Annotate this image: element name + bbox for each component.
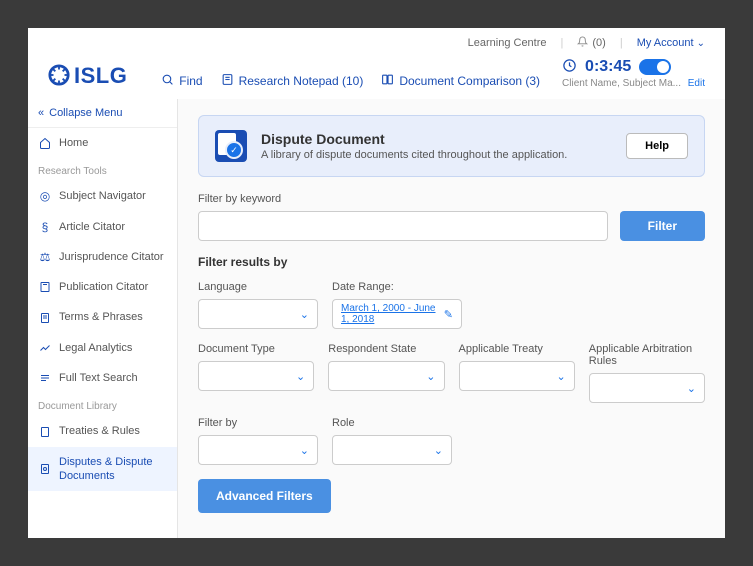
document-type-label: Document Type [198, 343, 314, 355]
logo[interactable]: ISLG [48, 63, 127, 89]
scales-icon: ⚖ [38, 250, 52, 264]
chevron-down-icon: ⌄ [687, 382, 696, 395]
book-icon [38, 281, 52, 293]
filter-results-heading: Filter results by [198, 255, 705, 269]
chevron-down-icon: ⌄ [426, 370, 435, 383]
divider: | [561, 37, 564, 49]
notifications-count: (0) [592, 37, 605, 49]
learning-centre-link[interactable]: Learning Centre [468, 37, 547, 49]
divider: | [620, 37, 623, 49]
advanced-filters-button[interactable]: Advanced Filters [198, 479, 331, 513]
lines-icon [38, 372, 52, 384]
edit-client-link[interactable]: Edit [688, 78, 705, 89]
logo-text: ISLG [74, 63, 127, 89]
role-select[interactable]: ⌄ [332, 435, 452, 465]
sidebar-item-terms-phrases[interactable]: Terms & Phrases [28, 302, 177, 332]
main-content: Dispute Document A library of dispute do… [178, 99, 725, 538]
filter-by-label: Filter by [198, 417, 318, 429]
keyword-filter-label: Filter by keyword [198, 193, 705, 205]
chevron-down-icon: ⌄ [296, 370, 305, 383]
notepad-icon [221, 73, 234, 89]
sidebar-group-library: Document Library [28, 393, 177, 416]
page-icon [38, 312, 52, 324]
chevron-left-icon: « [38, 107, 44, 119]
arbitration-rules-label: Applicable Arbitration Rules [589, 343, 705, 367]
timer-toggle[interactable] [639, 59, 671, 75]
chart-icon [38, 342, 52, 354]
collapse-menu-button[interactable]: « Collapse Menu [28, 99, 177, 128]
sidebar-item-full-text-search[interactable]: Full Text Search [28, 363, 177, 393]
sidebar-item-legal-analytics[interactable]: Legal Analytics [28, 333, 177, 363]
clock-icon [562, 58, 577, 76]
chevron-down-icon: ⌄ [697, 38, 705, 49]
chevron-down-icon: ⌄ [557, 370, 566, 383]
respondent-state-label: Respondent State [328, 343, 444, 355]
role-label: Role [332, 417, 452, 429]
research-notepad-link[interactable]: Research Notepad (10) [221, 73, 364, 89]
dispute-document-icon [215, 130, 247, 162]
page-title: Dispute Document [261, 131, 612, 147]
client-name: Client Name, Subject Ma... [562, 78, 681, 89]
chevron-down-icon: ⌄ [434, 444, 443, 457]
arbitration-rules-select[interactable]: ⌄ [589, 373, 705, 403]
sidebar-item-publication-citator[interactable]: Publication Citator [28, 272, 177, 302]
keyword-input[interactable] [198, 211, 608, 241]
bell-icon [577, 36, 588, 50]
document-comparison-link[interactable]: Document Comparison (3) [381, 73, 540, 89]
search-icon [161, 73, 174, 89]
find-link[interactable]: Find [161, 73, 202, 89]
sidebar-item-treaties-rules[interactable]: Treaties & Rules [28, 416, 177, 446]
dispute-icon [38, 463, 52, 475]
respondent-state-select[interactable]: ⌄ [328, 361, 444, 391]
my-account-menu[interactable]: My Account ⌄ [637, 37, 705, 49]
logo-icon [48, 64, 70, 89]
date-range-picker[interactable]: March 1, 2000 - June 1, 2018 ✎ [332, 299, 462, 329]
document-type-select[interactable]: ⌄ [198, 361, 314, 391]
compass-icon: ◎ [38, 189, 52, 203]
notifications-button[interactable]: (0) [577, 36, 605, 50]
sidebar-item-jurisprudence-citator[interactable]: ⚖ Jurisprudence Citator [28, 242, 177, 272]
section-icon: § [38, 220, 52, 234]
sidebar-item-article-citator[interactable]: § Article Citator [28, 212, 177, 242]
filter-button[interactable]: Filter [620, 211, 705, 241]
language-select[interactable]: ⌄ [198, 299, 318, 329]
page-subtitle: A library of dispute documents cited thr… [261, 149, 612, 161]
language-label: Language [198, 281, 318, 293]
document-icon [38, 426, 52, 438]
chevron-down-icon: ⌄ [300, 308, 309, 321]
timer-value: 0:3:45 [585, 58, 631, 76]
date-range-label: Date Range: [332, 281, 462, 293]
compare-icon [381, 73, 394, 89]
sidebar: « Collapse Menu Home Research Tools ◎ Su… [28, 99, 178, 538]
sidebar-item-subject-navigator[interactable]: ◎ Subject Navigator [28, 181, 177, 211]
sidebar-group-research: Research Tools [28, 158, 177, 181]
pencil-icon: ✎ [444, 308, 453, 321]
sidebar-item-home[interactable]: Home [28, 128, 177, 158]
applicable-treaty-select[interactable]: ⌄ [459, 361, 575, 391]
chevron-down-icon: ⌄ [300, 444, 309, 457]
help-button[interactable]: Help [626, 133, 688, 159]
filter-by-select[interactable]: ⌄ [198, 435, 318, 465]
home-icon [38, 137, 52, 149]
page-banner: Dispute Document A library of dispute do… [198, 115, 705, 177]
date-range-value: March 1, 2000 - June 1, 2018 [341, 303, 444, 325]
sidebar-item-disputes[interactable]: Disputes & Dispute Documents [28, 447, 177, 492]
applicable-treaty-label: Applicable Treaty [459, 343, 575, 355]
